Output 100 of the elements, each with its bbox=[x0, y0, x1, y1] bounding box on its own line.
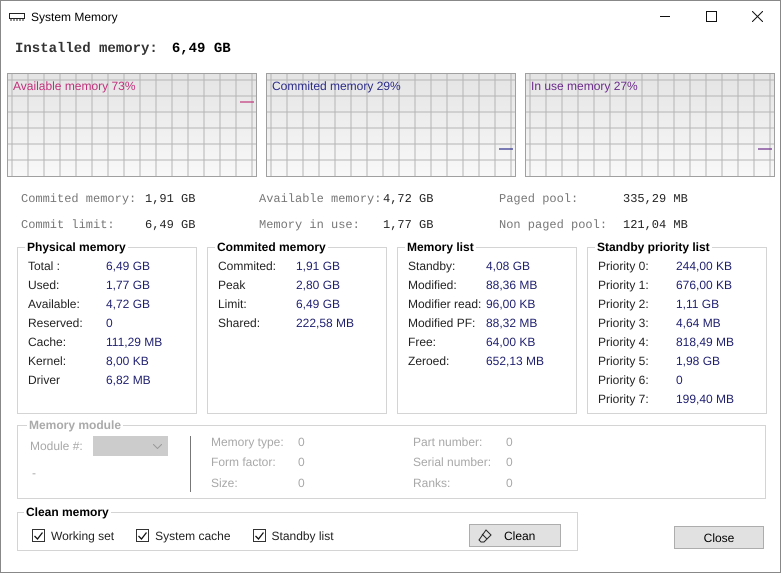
installed-memory-label: Installed memory: bbox=[15, 40, 158, 58]
installed-memory-value: 6,49 GB bbox=[172, 40, 231, 58]
field-label: Memory type: bbox=[211, 434, 285, 451]
group-title: Commited memory bbox=[216, 239, 327, 256]
checkmark-icon bbox=[254, 532, 264, 540]
field-label: Commited: bbox=[218, 258, 278, 274]
graph-label: Commited memory 29% bbox=[272, 78, 401, 95]
field-value: 1,11 GB bbox=[676, 296, 720, 312]
field-value: 4,64 MB bbox=[676, 315, 722, 331]
eraser-icon bbox=[478, 528, 492, 542]
checkbox[interactable] bbox=[136, 529, 150, 542]
close-icon bbox=[752, 11, 762, 22]
module-info: - bbox=[32, 465, 37, 482]
checkbox-label: Working set bbox=[51, 528, 114, 544]
stat-label: Available memory: bbox=[259, 191, 382, 207]
field-label: Part number: bbox=[413, 434, 484, 451]
graph-label: In use memory 27% bbox=[531, 78, 638, 95]
field-value: 4,72 GB bbox=[106, 296, 152, 312]
stat-value: 335,29 MB bbox=[623, 191, 688, 207]
field-label: Priority 2: bbox=[598, 296, 650, 312]
field-label: Shared: bbox=[218, 315, 262, 331]
stat-label: Memory in use: bbox=[259, 217, 361, 233]
field-value: 0 bbox=[506, 474, 514, 492]
field-value: 0 bbox=[506, 454, 514, 472]
field-value: 111,29 MB bbox=[106, 334, 164, 350]
field-value: 1,91 GB bbox=[296, 258, 342, 274]
stat-label: Commited memory: bbox=[21, 191, 138, 207]
field-value: 4,08 GB bbox=[486, 258, 532, 274]
checkbox[interactable] bbox=[32, 529, 45, 542]
field-label: Modifier read: bbox=[408, 296, 482, 312]
close-dialog-button[interactable]: Close bbox=[674, 526, 764, 549]
stat-value: 1,91 GB bbox=[145, 191, 196, 207]
field-label: Zeroed: bbox=[408, 353, 450, 369]
memory-chip-icon bbox=[9, 12, 25, 20]
stat-value: 6,49 GB bbox=[145, 217, 196, 233]
field-label: Priority 1: bbox=[598, 277, 650, 293]
field-label: Size: bbox=[211, 474, 239, 492]
field-label: Modified: bbox=[408, 277, 458, 293]
graph-label: Available memory 73% bbox=[13, 78, 136, 95]
field-label: Priority 6: bbox=[598, 372, 650, 388]
group-title: Physical memory bbox=[26, 239, 127, 256]
field-label: Modified PF: bbox=[408, 315, 476, 331]
field-label: Used: bbox=[28, 277, 60, 293]
group-title: Clean memory bbox=[25, 504, 110, 521]
field-label: Priority 4: bbox=[598, 334, 650, 350]
group-title: Memory list bbox=[406, 239, 475, 256]
field-label: Ranks: bbox=[413, 474, 452, 492]
stat-value: 121,04 MB bbox=[623, 217, 688, 233]
field-label: Priority 7: bbox=[598, 391, 650, 407]
field-label: Priority 0: bbox=[598, 258, 650, 274]
field-value: 6,49 GB bbox=[296, 296, 342, 312]
window-title: System Memory bbox=[31, 8, 118, 26]
field-value: 676,00 KB bbox=[676, 277, 734, 293]
field-value: 0 bbox=[506, 434, 514, 451]
checkmark-icon bbox=[34, 532, 43, 540]
usage-line-drawing bbox=[758, 148, 772, 150]
stat-label: Non paged pool: bbox=[499, 217, 608, 233]
field-value: 8,00 KB bbox=[106, 353, 150, 369]
field-label: Available: bbox=[28, 296, 81, 312]
field-label: Serial number: bbox=[413, 454, 492, 472]
field-value: 1,77 GB bbox=[106, 277, 152, 293]
field-label: Priority 5: bbox=[598, 353, 650, 369]
usage-line-drawing bbox=[499, 148, 513, 150]
field-value: 64,00 KB bbox=[486, 334, 536, 350]
field-value: 0 bbox=[106, 315, 114, 331]
field-value: 0 bbox=[298, 434, 306, 451]
field-value: 0 bbox=[298, 474, 306, 492]
field-value: 6,82 MB bbox=[106, 372, 152, 388]
minimize-icon bbox=[660, 16, 670, 17]
field-label: Kernel: bbox=[28, 353, 68, 369]
clean-button[interactable]: Clean bbox=[469, 524, 561, 547]
field-value: 818,49 MB bbox=[676, 334, 736, 350]
stat-value: 1,77 GB bbox=[383, 217, 434, 233]
field-value: 1,98 GB bbox=[676, 353, 722, 369]
checkbox[interactable] bbox=[252, 529, 266, 542]
field-value: 652,13 MB bbox=[486, 353, 546, 369]
field-label: Free: bbox=[408, 334, 438, 350]
field-label: Peak bbox=[218, 277, 246, 293]
maximize-icon bbox=[706, 11, 716, 22]
stat-label: Commit limit: bbox=[21, 217, 116, 233]
module-label: Module #: bbox=[30, 438, 83, 455]
field-value: 199,40 MB bbox=[676, 391, 736, 407]
field-value: 6,49 GB bbox=[106, 258, 152, 274]
field-label: Driver bbox=[28, 372, 61, 388]
checkbox-label: System cache bbox=[155, 528, 231, 544]
stat-label: Paged pool: bbox=[499, 191, 580, 207]
field-value: 88,32 MB bbox=[486, 315, 538, 331]
field-label: Form factor: bbox=[211, 454, 277, 472]
field-value: 96,00 KB bbox=[486, 296, 536, 312]
field-value: 244,00 KB bbox=[676, 258, 734, 274]
field-label: Reserved: bbox=[28, 315, 84, 331]
field-label: Total : bbox=[28, 258, 62, 274]
group-title: Standby priority list bbox=[596, 239, 711, 256]
group-title: Memory module bbox=[28, 417, 122, 434]
field-label: Cache: bbox=[28, 334, 68, 350]
field-value: 222,58 MB bbox=[296, 315, 356, 331]
field-label: Priority 3: bbox=[598, 315, 650, 331]
chevron-down-icon bbox=[152, 444, 162, 448]
field-value: 88,36 MB bbox=[486, 277, 538, 293]
stat-value: 4,72 GB bbox=[383, 191, 434, 207]
